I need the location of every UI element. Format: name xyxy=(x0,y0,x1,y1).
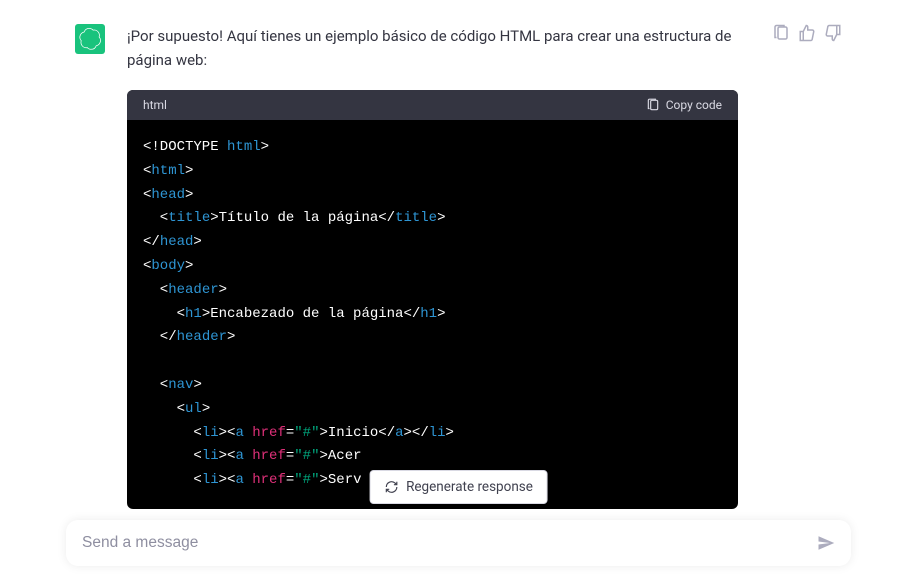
send-button[interactable] xyxy=(817,534,835,552)
code-body: <!DOCTYPE html> <html> <head> <title>Tít… xyxy=(127,120,738,509)
assistant-message-row: ¡Por supuesto! Aquí tienes un ejemplo bá… xyxy=(0,0,917,509)
clipboard-icon xyxy=(646,98,660,112)
regenerate-label: Regenerate response xyxy=(406,479,533,495)
message-input[interactable] xyxy=(82,534,817,552)
copy-icon[interactable] xyxy=(772,24,790,42)
refresh-icon xyxy=(384,480,398,494)
code-block: html Copy code <!DOCTYPE html> <html> <h… xyxy=(127,90,738,509)
copy-code-button[interactable]: Copy code xyxy=(646,98,722,112)
assistant-avatar xyxy=(75,24,105,54)
thumbs-up-icon[interactable] xyxy=(798,24,816,42)
send-icon xyxy=(817,534,835,552)
code-language-label: html xyxy=(143,98,167,112)
message-actions xyxy=(772,24,842,42)
message-text: ¡Por supuesto! Aquí tienes un ejemplo bá… xyxy=(127,24,738,72)
regenerate-button[interactable]: Regenerate response xyxy=(369,470,548,504)
input-bar xyxy=(66,520,851,566)
code-header: html Copy code xyxy=(127,90,738,120)
thumbs-down-icon[interactable] xyxy=(824,24,842,42)
copy-code-label: Copy code xyxy=(666,98,722,112)
message-content: ¡Por supuesto! Aquí tienes un ejemplo bá… xyxy=(127,24,738,509)
